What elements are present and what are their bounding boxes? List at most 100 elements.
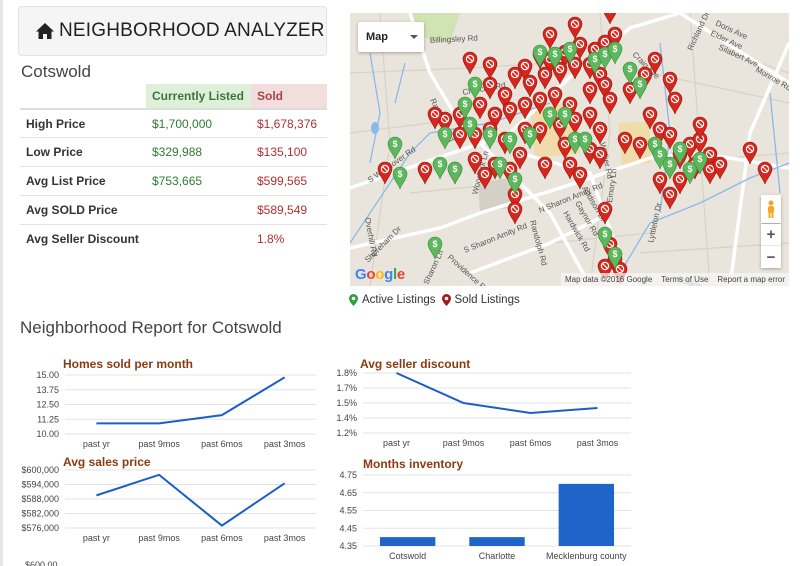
chart-title: Avg sales price	[63, 455, 151, 469]
legend-sold-label: Sold Listings	[454, 294, 520, 306]
y-tick-label: 10.00	[36, 429, 59, 439]
x-tick-label: past 6mos	[201, 439, 243, 449]
table-row: High Price $1,700,000 $1,678,376	[20, 109, 327, 138]
chart-svg: $600,000 $594,000 $588,000 $582,000 $576,000…	[21, 465, 316, 543]
y-tick-label: 4.75	[339, 470, 357, 480]
chart-title: Months inventory	[363, 457, 464, 471]
svg-text:$: $	[627, 64, 632, 74]
svg-text:$: $	[637, 79, 642, 89]
map-type-label: Map	[366, 31, 388, 43]
map-data-credit: Map data ©2016 Google	[564, 275, 653, 284]
listings-map[interactable]: Billingsley Rd Churchill Rd Randolph Rd …	[350, 13, 789, 286]
neighborhood-title: Cotswold	[21, 62, 91, 81]
table-row: Avg List Price $753,665 $599,565	[20, 166, 327, 196]
sold-value: $135,100	[251, 137, 327, 167]
y-tick-label: $600,000	[21, 465, 59, 475]
svg-text:$: $	[437, 159, 442, 169]
row-label: Avg Seller Discount	[20, 223, 146, 253]
row-label: High Price	[26, 116, 86, 131]
x-tick-label: Charlotte	[479, 551, 516, 561]
chart-seller-discount: Avg seller discount 1.8% 1.7% 1.5% 1.4% 1.2%…	[323, 355, 643, 450]
chart-homes-sold: Homes sold per month 15.00 13.75 12.50 11.2…	[3, 355, 323, 450]
y-tick-label: 1.5%	[336, 398, 357, 408]
y-tick-label: 11.25	[37, 414, 59, 424]
x-tick-label: past 9mos	[443, 438, 485, 448]
sold-value: 1.8%	[251, 223, 327, 253]
street-view-pegman[interactable]	[761, 195, 781, 223]
svg-text:$: $	[602, 49, 607, 59]
report-title: Neighborhood Report for Cotswold	[20, 318, 282, 337]
chart-sales-price: Avg sales price $600,000 $594,000 $588,000…	[3, 453, 323, 566]
svg-text:$: $	[397, 169, 402, 179]
chart-title: Avg seller discount	[360, 357, 471, 371]
svg-text:$: $	[527, 129, 532, 139]
x-tick-label: past yr	[83, 533, 110, 543]
map-canvas[interactable]: Billingsley Rd Churchill Rd Randolph Rd …	[350, 13, 789, 286]
zoom-control: + −	[761, 224, 781, 268]
y-tick-label: $582,000	[21, 509, 59, 519]
zoom-in-button[interactable]: +	[761, 224, 781, 246]
x-tick-label: past 3mos	[577, 438, 619, 448]
svg-text:$: $	[582, 134, 587, 144]
pegman-icon	[768, 200, 774, 218]
bar	[469, 537, 525, 546]
stats-table: Currently Listed Sold High Price $1,700,…	[20, 84, 327, 253]
svg-text:$: $	[432, 239, 437, 249]
y-tick-label: $576,000	[21, 523, 59, 533]
y-tick-label: 1.2%	[336, 428, 357, 438]
x-tick-label: past 6mos	[201, 533, 243, 543]
svg-text:$: $	[592, 54, 597, 64]
svg-text:$: $	[497, 159, 502, 169]
app-header[interactable]: NEIGHBORHOOD ANALYZER	[18, 6, 327, 56]
svg-text:$: $	[462, 99, 467, 109]
map-marker-icon	[349, 294, 358, 306]
column-header-label	[20, 84, 146, 110]
svg-text:$: $	[472, 79, 477, 89]
map-attribution: Map data ©2016 Google Terms of Use Repor…	[560, 273, 789, 286]
table-row: Low Price $329,988 $135,100	[20, 137, 327, 167]
table-row: Avg Seller Discount 1.8%	[20, 223, 327, 253]
svg-text:$: $	[567, 44, 572, 54]
sold-value: $589,549	[251, 194, 327, 225]
map-marker-icon	[441, 294, 451, 306]
y-tick-label: 4.65	[339, 488, 357, 498]
app-title: NEIGHBORHOOD ANALYZER	[59, 20, 325, 41]
y-tick-label: 1.7%	[336, 383, 357, 393]
bar	[379, 537, 436, 546]
y-tick-label: $588,000	[21, 494, 59, 504]
sold-value: $1,678,376	[257, 116, 318, 131]
listed-value	[146, 223, 251, 253]
report-error-link[interactable]: Report a map error	[717, 275, 785, 284]
chart-months-inventory: Months inventory 4.75 4.65 4.55 4.45 4.35 Cot…	[323, 455, 643, 566]
listed-value: $329,988	[146, 137, 251, 167]
svg-text:$: $	[657, 149, 662, 159]
y-tick-label: 1.8%	[336, 368, 357, 378]
sold-value: $599,565	[251, 166, 327, 196]
chevron-down-icon	[410, 35, 418, 39]
svg-text:$: $	[677, 144, 682, 154]
map-legend: Active Listings Sold Listings	[349, 294, 526, 306]
svg-text:$: $	[442, 129, 447, 139]
svg-text:$: $	[552, 49, 557, 59]
chart-title: Homes sold per month	[63, 357, 194, 371]
svg-text:$: $	[507, 134, 512, 144]
svg-text:$: $	[537, 47, 542, 57]
svg-text:$: $	[687, 164, 692, 174]
row-label: Avg SOLD Price	[20, 194, 146, 225]
series-line	[396, 372, 598, 415]
svg-text:$: $	[612, 249, 617, 259]
zoom-out-button[interactable]: −	[761, 246, 781, 268]
google-logo[interactable]: Google	[355, 266, 405, 283]
page: NEIGHBORHOOD ANALYZER Cotswold Currently…	[0, 0, 800, 566]
svg-text:$: $	[487, 129, 492, 139]
svg-text:$: $	[697, 154, 702, 164]
map-type-select[interactable]: Map	[358, 22, 424, 52]
terms-link[interactable]: Terms of Use	[661, 275, 708, 284]
svg-text:$: $	[547, 109, 552, 119]
x-tick-label: past 9mos	[138, 439, 180, 449]
svg-text:$: $	[452, 164, 457, 174]
svg-text:$: $	[667, 159, 672, 169]
x-tick-label: past 3mos	[264, 439, 306, 449]
y-tick-label: 13.75	[36, 385, 59, 395]
cropped-axis-label: $600,00	[25, 560, 58, 566]
